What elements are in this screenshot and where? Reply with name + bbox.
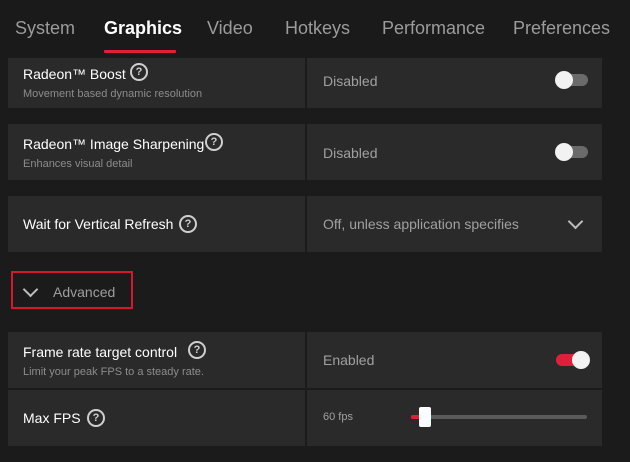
setting-subtitle: Enhances visual detail — [23, 158, 133, 170]
setting-label-panel: Max FPS ? — [8, 390, 305, 446]
setting-title: Frame rate target control — [23, 344, 178, 360]
toggle-knob — [555, 143, 573, 161]
setting-label-panel: Wait for Vertical Refresh ? — [8, 196, 305, 252]
setting-title: Wait for Vertical Refresh — [23, 216, 174, 232]
dropdown-value: Off, unless application specifies — [323, 216, 519, 232]
setting-subtitle: Movement based dynamic resolution — [23, 88, 203, 100]
setting-value: Disabled — [323, 73, 378, 89]
amd-settings-window: System Graphics Video Hotkeys Performanc… — [0, 0, 630, 462]
tab-graphics[interactable]: Graphics — [104, 18, 182, 39]
tab-system[interactable]: System — [15, 18, 75, 39]
chevron-down-icon — [567, 213, 584, 230]
setting-subtitle: Limit your peak FPS to a steady rate. — [23, 366, 204, 378]
setting-label-panel: Radeon™ Image Sharpening ? Enhances visu… — [8, 124, 305, 180]
setting-label-panel: Radeon™ Boost ? Movement based dynamic r… — [8, 58, 305, 108]
setting-control-panel: Enabled — [307, 332, 602, 388]
image-sharpening-toggle[interactable] — [555, 143, 588, 161]
setting-control-panel: Disabled — [307, 58, 602, 108]
setting-row-radeon-boost: Radeon™ Boost ? Movement based dynamic r… — [8, 58, 602, 108]
setting-control-panel: 60 fps — [307, 390, 602, 446]
help-icon[interactable]: ? — [130, 63, 148, 81]
tab-bar: System Graphics Video Hotkeys Performanc… — [0, 0, 630, 58]
tab-video[interactable]: Video — [207, 18, 253, 39]
setting-row-frame-rate-target-control: Frame rate target control ? Limit your p… — [8, 332, 602, 388]
setting-row-max-fps: Max FPS ? 60 fps — [8, 390, 602, 446]
setting-title: Radeon™ Boost — [23, 66, 126, 82]
help-icon[interactable]: ? — [179, 215, 197, 233]
setting-row-vertical-refresh: Wait for Vertical Refresh ? Off, unless … — [8, 196, 602, 252]
tab-performance[interactable]: Performance — [382, 18, 485, 39]
help-icon[interactable]: ? — [205, 133, 223, 151]
slider-thumb[interactable] — [419, 407, 432, 427]
toggle-knob — [572, 351, 590, 369]
max-fps-value: 60 fps — [323, 411, 353, 423]
setting-title: Max FPS — [23, 410, 81, 426]
chevron-down-icon — [22, 281, 39, 298]
advanced-toggle-button[interactable]: Advanced — [11, 271, 133, 309]
setting-row-image-sharpening: Radeon™ Image Sharpening ? Enhances visu… — [8, 124, 602, 180]
help-icon[interactable]: ? — [87, 409, 105, 427]
max-fps-slider[interactable] — [411, 407, 587, 427]
setting-value: Enabled — [323, 352, 375, 368]
active-tab-indicator — [104, 50, 176, 53]
frame-rate-target-control-toggle[interactable] — [556, 351, 590, 369]
tab-hotkeys[interactable]: Hotkeys — [285, 18, 350, 39]
setting-value: Disabled — [323, 145, 378, 161]
setting-label-panel: Frame rate target control ? Limit your p… — [8, 332, 305, 388]
toggle-knob — [555, 71, 573, 89]
setting-control-panel: Disabled — [307, 124, 602, 180]
vertical-refresh-dropdown[interactable]: Off, unless application specifies — [307, 196, 602, 252]
setting-title: Radeon™ Image Sharpening — [23, 136, 205, 152]
advanced-label: Advanced — [53, 284, 116, 300]
tab-preferences[interactable]: Preferences — [513, 18, 610, 39]
help-icon[interactable]: ? — [188, 341, 206, 359]
radeon-boost-toggle[interactable] — [555, 71, 588, 89]
